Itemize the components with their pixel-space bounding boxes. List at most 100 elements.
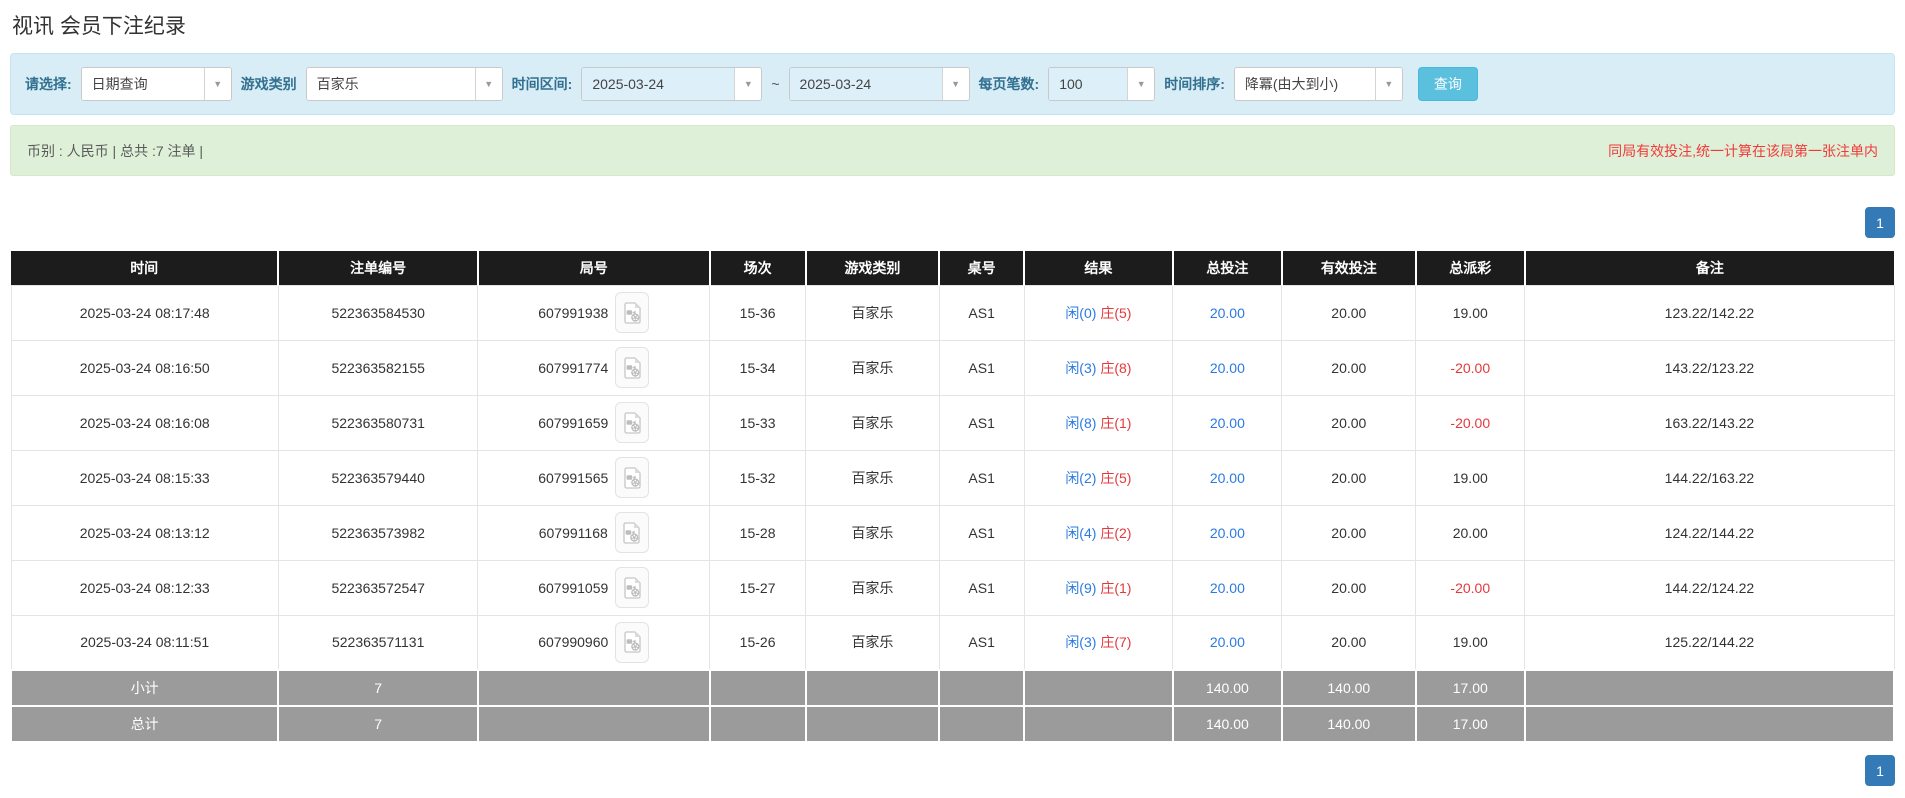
table-row: 2025-03-24 08:12:33 522363572547 607991059…: [10, 559, 1895, 616]
currency-total-text: 币别 : 人民币 | 总共 :7 注单 |: [27, 142, 204, 159]
video-replay-button[interactable]: [615, 402, 650, 443]
cell-game-type: 百家乐: [805, 449, 940, 506]
sort-order-select[interactable]: 降冪(由大到小) ▼: [1233, 67, 1403, 101]
table-row: 2025-03-24 08:16:50 522363582155 607991774…: [10, 339, 1895, 396]
valid-bet-notice-text: 同局有效投注,统一计算在该局第一张注单内: [1608, 142, 1878, 159]
summary-label: 小计: [9, 669, 280, 707]
cell-round-id: 607991565: [477, 449, 711, 506]
date-to-select[interactable]: 2025-03-24 ▼: [788, 67, 970, 101]
total-bet-link[interactable]: 20.00: [1210, 634, 1245, 650]
cell-table-no: AS1: [938, 394, 1025, 451]
cell-bet-id: 522363579440: [277, 449, 479, 506]
video-replay-button[interactable]: [615, 292, 650, 333]
cell-remark: 125.22/144.22: [1524, 614, 1895, 671]
column-header: 总派彩: [1415, 251, 1526, 285]
chevron-down-icon[interactable]: ▼: [734, 68, 762, 100]
query-type-value: 日期查询: [81, 68, 204, 100]
column-header: 结果: [1024, 251, 1174, 285]
total-bet-link[interactable]: 20.00: [1210, 525, 1245, 541]
query-type-select[interactable]: 日期查询 ▼: [80, 67, 232, 101]
total-bet-link[interactable]: 20.00: [1210, 360, 1245, 376]
cell-remark: 124.22/144.22: [1524, 504, 1895, 561]
table-row: 2025-03-24 08:13:12 522363573982 607991168…: [10, 504, 1895, 561]
video-replay-button[interactable]: [615, 347, 650, 388]
cell-payout: -20.00: [1415, 394, 1526, 451]
video-replay-icon: [624, 466, 641, 489]
cell-game-type: 百家乐: [805, 504, 940, 561]
page-size-select[interactable]: 100 ▼: [1048, 67, 1156, 101]
summary-payout: 17.00: [1414, 705, 1526, 743]
table-row: 2025-03-24 08:17:48 522363584530 607991938…: [10, 284, 1895, 341]
summary-row: 小计 7 140.00 140.00 17.00: [9, 669, 1896, 707]
total-bet-link[interactable]: 20.00: [1210, 305, 1245, 321]
cell-table-no: AS1: [938, 284, 1025, 341]
chevron-down-icon[interactable]: ▼: [941, 68, 969, 100]
cell-total-bet: 20.00: [1172, 559, 1283, 616]
date-from-select[interactable]: 2025-03-24 ▼: [581, 67, 763, 101]
video-replay-button[interactable]: [614, 512, 649, 553]
video-replay-icon: [624, 631, 641, 653]
bet-records-table: 时间 注单编号 局号 场次 游戏类别 桌号 结果 总投注 有效投注 总派彩 备注 2025-03-2…: [9, 251, 1896, 743]
cell-table-no: AS1: [938, 339, 1025, 396]
video-replay-icon: [624, 301, 641, 324]
page-number-button[interactable]: 1: [1865, 755, 1895, 786]
total-bet-link[interactable]: 20.00: [1210, 580, 1245, 596]
cell-total-bet: 20.00: [1172, 614, 1283, 671]
cell-result: 闲(9) 庄(1): [1023, 559, 1174, 616]
cell-valid-bet: 20.00: [1281, 339, 1417, 396]
cell-session: 15-27: [709, 559, 807, 616]
game-type-value: 百家乐: [306, 68, 475, 100]
cell-session: 15-34: [709, 339, 807, 396]
result-banker: 庄(5): [1100, 304, 1132, 321]
video-replay-icon: [624, 576, 641, 599]
date-to-value: 2025-03-24: [789, 68, 942, 100]
column-header: 时间: [11, 251, 280, 285]
cell-time: 2025-03-24 08:13:12: [10, 504, 279, 561]
column-header: 备注: [1524, 251, 1894, 285]
pagination-top: 1: [10, 207, 1895, 238]
cell-game-type: 百家乐: [805, 559, 940, 616]
search-button[interactable]: 查询: [1417, 67, 1478, 101]
summary-total-bet: 140.00: [1171, 669, 1283, 707]
game-type-select[interactable]: 百家乐 ▼: [305, 67, 503, 101]
summary-count: 7: [277, 669, 479, 707]
result-banker: 庄(5): [1100, 469, 1132, 486]
cell-remark: 144.22/124.22: [1524, 559, 1895, 616]
query-type-label: 请选择:: [25, 76, 72, 92]
chevron-down-icon[interactable]: ▼: [203, 68, 231, 100]
summary-label: 总计: [9, 705, 280, 743]
cell-time: 2025-03-24 08:15:33: [10, 449, 279, 506]
total-bet-link[interactable]: 20.00: [1210, 415, 1245, 431]
cell-valid-bet: 20.00: [1281, 504, 1417, 561]
sort-order-label: 时间排序:: [1164, 76, 1225, 92]
table-header: 时间 注单编号 局号 场次 游戏类别 桌号 结果 总投注 有效投注 总派彩 备注: [11, 251, 1894, 285]
result-player: 闲(9): [1065, 579, 1097, 596]
chevron-down-icon[interactable]: ▼: [1127, 68, 1155, 100]
cell-valid-bet: 20.00: [1281, 614, 1417, 671]
cell-time: 2025-03-24 08:17:48: [10, 284, 279, 341]
total-bet-link[interactable]: 20.00: [1210, 470, 1245, 486]
round-number: 607990960: [538, 634, 609, 651]
cell-time: 2025-03-24 08:16:50: [10, 339, 279, 396]
round-number: 607991774: [538, 359, 609, 376]
video-replay-button[interactable]: [615, 621, 650, 663]
cell-round-id: 607991168: [477, 504, 711, 561]
date-from-value: 2025-03-24: [582, 68, 735, 100]
cell-total-bet: 20.00: [1172, 284, 1283, 341]
cell-game-type: 百家乐: [805, 284, 940, 341]
page-number-button[interactable]: 1: [1865, 207, 1895, 238]
chevron-down-icon[interactable]: ▼: [1374, 68, 1402, 100]
column-header: 注单编号: [278, 251, 479, 285]
summary-payout: 17.00: [1414, 669, 1526, 707]
page-size-value: 100: [1049, 68, 1128, 100]
cell-game-type: 百家乐: [805, 614, 940, 671]
video-replay-button[interactable]: [615, 567, 650, 608]
cell-round-id: 607991774: [477, 339, 711, 396]
cell-valid-bet: 20.00: [1281, 394, 1417, 451]
video-replay-button[interactable]: [615, 457, 650, 498]
cell-bet-id: 522363571131: [277, 614, 479, 671]
column-header: 总投注: [1172, 251, 1283, 285]
result-player: 闲(2): [1065, 469, 1097, 486]
chevron-down-icon[interactable]: ▼: [474, 68, 502, 100]
table-header-row: 时间 注单编号 局号 场次 游戏类别 桌号 结果 总投注 有效投注 总派彩 备注: [11, 251, 1894, 285]
